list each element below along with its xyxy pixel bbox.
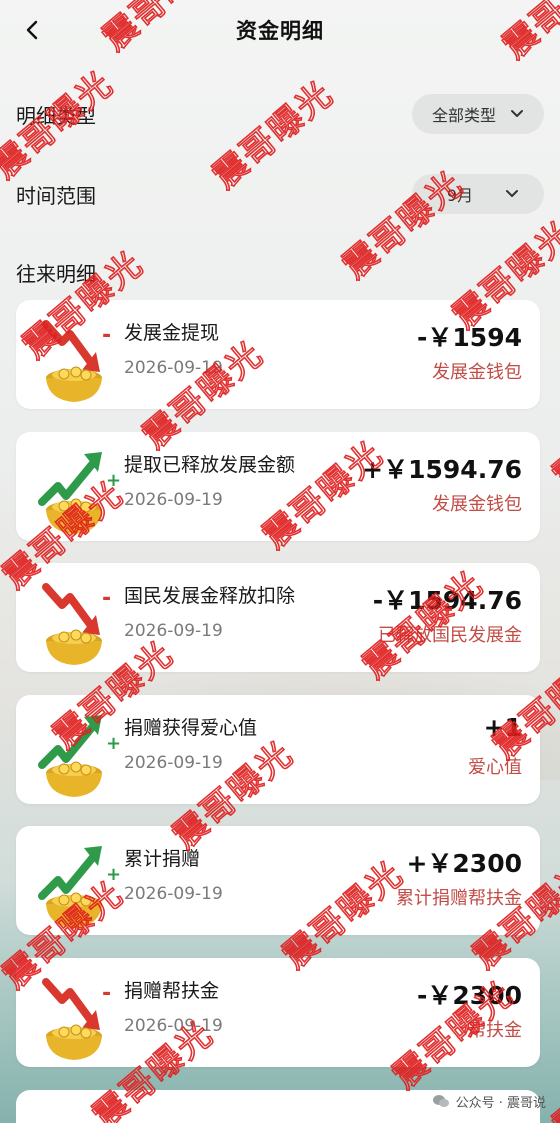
record-account: 发展金钱包 <box>432 494 522 515</box>
svg-text:-: - <box>102 323 111 348</box>
back-button[interactable] <box>14 14 50 46</box>
list-item[interactable]: - 国民发展金释放扣除 2026-09-19 -￥1594.76 已释放国民发展金 <box>16 563 540 672</box>
record-account: 累计捐赠帮扶金 <box>396 888 522 909</box>
svg-text:-: - <box>102 981 111 1006</box>
chevron-down-icon <box>511 110 523 117</box>
coin-bowl-down-icon: - <box>42 320 111 402</box>
footer-source: 公众号 · 震哥说 <box>432 1090 546 1112</box>
footer-source-text: 公众号 · 震哥说 <box>455 1095 546 1111</box>
record-account: 发展金钱包 <box>432 362 522 383</box>
record-date: 2026-09-19 <box>124 490 223 510</box>
record-date: 2026-09-19 <box>124 1016 223 1036</box>
record-account: 帮扶金 <box>468 1020 522 1041</box>
record-date: 2026-09-19 <box>124 621 223 641</box>
record-date: 2026-09-19 <box>124 753 223 773</box>
list-item[interactable]: - 发展金提现 2026-09-19 -￥1594 发展金钱包 <box>16 300 540 409</box>
top-bar: 资金明细 <box>0 0 560 60</box>
record-amount: -￥2300 <box>417 981 522 1010</box>
list-item[interactable]: - 捐赠帮扶金 2026-09-19 -￥2300 帮扶金 <box>16 958 540 1067</box>
coin-bowl-down-icon: - <box>42 583 111 665</box>
record-account: 爱心值 <box>468 757 522 778</box>
coin-bowl-up-icon: + <box>38 452 121 534</box>
record-amount: +1 <box>483 713 522 742</box>
filter-time-row: 时间范围 9月 <box>0 172 560 216</box>
page-title: 资金明细 <box>236 19 324 43</box>
chevron-down-icon <box>506 190 519 197</box>
record-amount: +￥1594.76 <box>362 455 522 484</box>
record-account: 已释放国民发展金 <box>378 625 522 646</box>
list-item[interactable]: + 捐赠获得爱心值 2026-09-19 +1 爱心值 <box>16 695 540 804</box>
record-amount: +￥2300 <box>406 849 522 878</box>
list-item[interactable]: + 累计捐赠 2026-09-19 +￥2300 累计捐赠帮扶金 <box>16 826 540 935</box>
coin-bowl-up-icon: + <box>38 715 121 797</box>
filter-time-value: 9月 <box>446 186 474 205</box>
record-date: 2026-09-19 <box>124 884 223 904</box>
filter-time-label: 时间范围 <box>16 183 96 208</box>
svg-text:+: + <box>106 733 121 754</box>
list-item[interactable]: + 提取已释放发展金额 2026-09-19 +￥1594.76 发展金钱包 <box>16 432 540 541</box>
record-amount: -￥1594.76 <box>372 586 522 615</box>
record-amount: -￥1594 <box>417 323 522 352</box>
record-date: 2026-09-19 <box>124 358 223 378</box>
filter-time-select[interactable]: 9月 <box>412 174 544 214</box>
section-label: 往来明细 <box>16 262 96 286</box>
wechat-icon <box>432 1095 449 1107</box>
watermark-text: 震哥曝光 <box>545 373 560 497</box>
filter-type-select[interactable]: 全部类型 <box>412 94 544 134</box>
svg-text:+: + <box>106 470 121 491</box>
record-name: 提取已释放发展金额 <box>124 454 296 476</box>
record-name: 发展金提现 <box>124 322 220 344</box>
record-name: 捐赠获得爱心值 <box>124 717 258 739</box>
record-name: 国民发展金释放扣除 <box>124 585 296 607</box>
record-name: 累计捐赠 <box>124 848 201 870</box>
coin-bowl-down-icon: - <box>42 978 111 1060</box>
record-name: 捐赠帮扶金 <box>124 980 220 1002</box>
filter-type-label: 明细类型 <box>16 103 96 128</box>
coin-bowl-up-icon: + <box>38 846 121 928</box>
chevron-left-icon <box>26 20 38 40</box>
filter-type-value: 全部类型 <box>431 106 496 125</box>
svg-text:+: + <box>106 864 121 885</box>
svg-text:-: - <box>102 586 111 611</box>
filter-type-row: 明细类型 全部类型 <box>0 92 560 136</box>
